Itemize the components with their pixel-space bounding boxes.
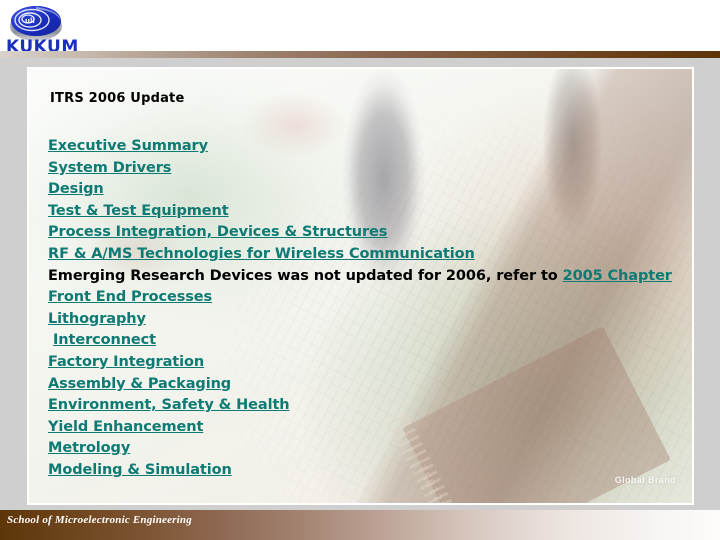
chapter-link[interactable]: Modeling & Simulation [48, 462, 232, 478]
chapter-list-item: Assembly & Packaging [48, 374, 668, 396]
chapter-link[interactable]: RF & A/MS Technologies for Wireless Comm… [48, 246, 475, 262]
header-zone: ull KUKUM [0, 0, 720, 56]
chapter-list-item: Emerging Research Devices was not update… [48, 266, 672, 288]
chapter-link[interactable]: 2005 Chapter [563, 268, 672, 284]
svg-text:ull: ull [25, 17, 35, 25]
chapter-link[interactable]: Environment, Safety & Health [48, 397, 290, 413]
chapter-list-item: Process Integration, Devices & Structure… [48, 222, 668, 244]
chapter-link-list: Executive Summary System Drivers Design Tes… [48, 136, 672, 482]
chapter-link[interactable]: Factory Integration [48, 354, 204, 370]
chapter-list-item: Factory Integration [48, 352, 668, 374]
chapter-link[interactable]: Executive Summary [48, 138, 208, 154]
slide-canvas: TSB12LV26 CA-11A0LT F731652A Global Bran… [0, 0, 720, 540]
chapter-list-item: Yield Enhancement [48, 417, 668, 439]
chapter-link[interactable]: Process Integration, Devices & Structure… [48, 224, 387, 240]
chapter-link[interactable]: Yield Enhancement [48, 419, 203, 435]
footer-label: School of Microelectronic Engineering [7, 514, 192, 526]
chapter-list-item: Interconnect [48, 330, 668, 352]
chapter-list-item: Lithography [48, 309, 668, 331]
chapter-link[interactable]: System Drivers [48, 160, 171, 176]
chapter-link[interactable]: Assembly & Packaging [48, 376, 231, 392]
chapter-list-item: Environment, Safety & Health [48, 395, 668, 417]
chapter-link[interactable]: Interconnect [53, 332, 156, 348]
chapter-link[interactable]: Front End Processes [48, 289, 212, 305]
chapter-list-item: RF & A/MS Technologies for Wireless Comm… [48, 244, 668, 266]
chapter-link[interactable]: Test & Test Equipment [48, 203, 229, 219]
chapter-list-item: Executive Summary [48, 136, 668, 158]
header-divider-rule [0, 51, 720, 58]
chapter-list-item: Metrology [48, 438, 668, 460]
chapter-list-item: Front End Processes [48, 287, 668, 309]
chapter-list-item: Modeling & Simulation [48, 460, 668, 482]
chapter-link[interactable]: Lithography [48, 311, 146, 327]
footer-bar: School of Microelectronic Engineering [0, 510, 720, 540]
chapter-note-text: Emerging Research Devices was not update… [48, 267, 563, 284]
chapter-list-item: Test & Test Equipment [48, 201, 668, 223]
chapter-link[interactable]: Metrology [48, 440, 130, 456]
page-title: ITRS 2006 Update [50, 91, 185, 106]
chapter-list-item: Design [48, 179, 668, 201]
chapter-link[interactable]: Design [48, 181, 104, 197]
chapter-list-item: System Drivers [48, 158, 668, 180]
